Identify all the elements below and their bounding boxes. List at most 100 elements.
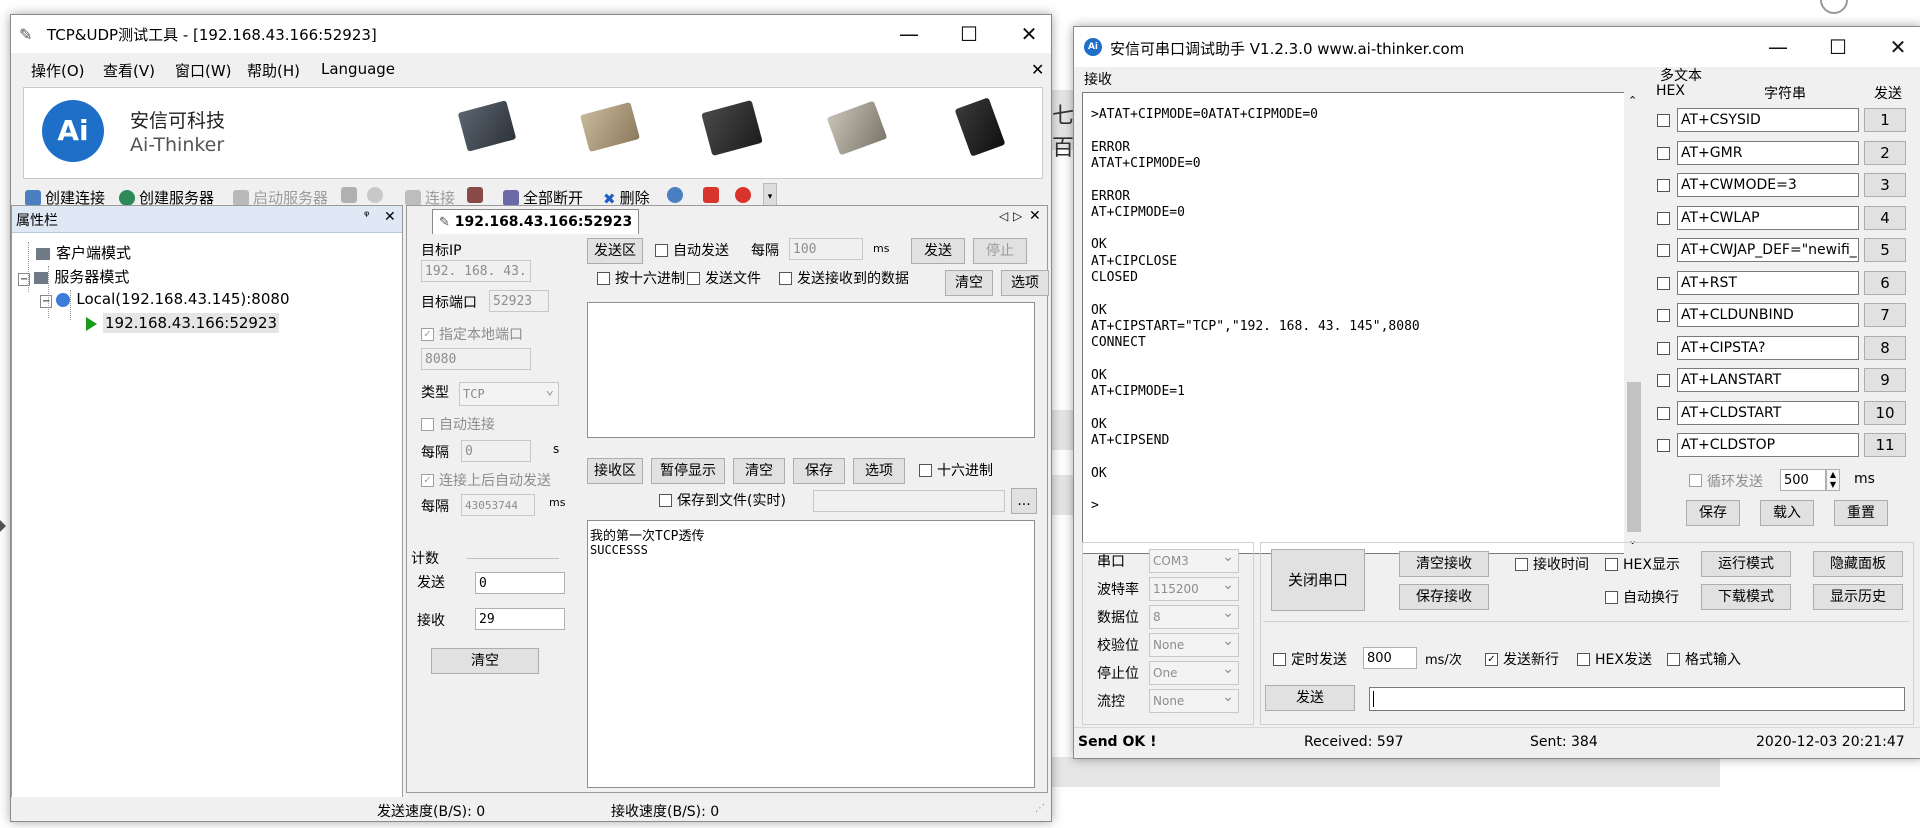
command-hex-checkbox[interactable] (1657, 146, 1670, 160)
disconnect-button[interactable] (467, 187, 487, 203)
save-receive-button[interactable]: 保存接收 (1399, 584, 1489, 610)
stop-bits-select[interactable]: One (1149, 658, 1239, 685)
send-button[interactable]: 发送 (1265, 685, 1355, 711)
command-hex-checkbox[interactable] (1657, 211, 1670, 225)
receive-scrollbar[interactable]: ⌃ ⌄ (1624, 92, 1644, 554)
tree-client-mode[interactable]: 客户端模式 (36, 242, 131, 263)
maximize-button[interactable]: ☐ (939, 15, 999, 53)
send-count-field[interactable]: 0 (475, 572, 565, 594)
browse-button[interactable]: ... (1011, 488, 1037, 514)
extra-button[interactable] (735, 187, 755, 203)
receive-textarea[interactable]: >ATAT+CIPMODE=0ATAT+CIPMODE=0 ERROR ATAT+C… (1082, 92, 1634, 554)
tab-close-icon[interactable]: ✕ (1029, 208, 1041, 224)
command-hex-checkbox[interactable] (1657, 309, 1670, 322)
resize-grip-icon[interactable]: ⋰ (1035, 803, 1045, 814)
close-port-button[interactable]: 关闭串口 (1271, 549, 1365, 611)
command-hex-checkbox[interactable] (1657, 341, 1670, 355)
hide-panel-button[interactable]: 隐藏面板 (1813, 551, 1903, 577)
send-file-checkbox[interactable] (687, 272, 700, 285)
save-to-file-checkbox[interactable] (659, 494, 672, 507)
recv-clear-button[interactable]: 清空 (733, 458, 785, 484)
settings-button[interactable] (667, 187, 687, 203)
command-field[interactable]: AT+CLDUNBIND (1677, 303, 1859, 327)
pin-icon[interactable]: ᵠ (364, 209, 369, 224)
send-hex-checkbox[interactable] (597, 272, 610, 285)
local-port-field[interactable]: 8080 (421, 348, 531, 370)
send-received-checkbox[interactable] (779, 272, 792, 285)
parity-select[interactable]: None (1149, 630, 1239, 657)
send-button[interactable]: 发送 (911, 238, 965, 264)
tab-next-icon[interactable]: ▷ (1013, 209, 1022, 223)
download-mode-button[interactable]: 下载模式 (1701, 584, 1791, 610)
command-field[interactable]: AT+GMR (1677, 140, 1859, 165)
send-every-field[interactable]: 100 (789, 238, 863, 260)
clear-count-button[interactable]: 清空 (431, 648, 539, 674)
local-port-checkbox[interactable]: ✓ (421, 328, 434, 341)
power-button[interactable] (703, 187, 723, 203)
command-send-button[interactable]: 2 (1864, 140, 1906, 165)
command-send-button[interactable]: 8 (1864, 335, 1906, 360)
send-input[interactable] (1369, 687, 1905, 711)
send-newline-checkbox[interactable]: ✓ (1485, 653, 1498, 666)
loop-send-checkbox[interactable] (1689, 474, 1702, 487)
recv-count-field[interactable]: 29 (475, 608, 565, 630)
menu-language[interactable]: Language (321, 60, 395, 78)
timed-interval-field[interactable]: 800 (1363, 647, 1417, 669)
show-history-button[interactable]: 显示历史 (1813, 584, 1903, 610)
save-file-path-field[interactable] (813, 490, 1005, 512)
command-hex-checkbox[interactable] (1657, 406, 1670, 420)
command-field[interactable]: AT+LANSTART (1677, 368, 1859, 392)
menu-window[interactable]: 窗口(W) (175, 60, 232, 81)
pause-display-button[interactable]: 暂停显示 (651, 458, 725, 484)
recv-time-checkbox[interactable] (1515, 558, 1528, 571)
auto-send-on-connect-checkbox[interactable]: ✓ (421, 474, 434, 487)
command-send-button[interactable]: 5 (1864, 238, 1906, 262)
flow-control-select[interactable]: None (1149, 686, 1239, 713)
auto-connect-checkbox[interactable] (421, 418, 434, 431)
command-hex-checkbox[interactable] (1657, 439, 1670, 452)
menu-help[interactable]: 帮助(H) (247, 60, 300, 81)
target-port-field[interactable]: 52923 (489, 290, 549, 312)
target-ip-field[interactable]: 192. 168. 43. 166 (421, 260, 531, 282)
interval2-field[interactable]: 43053744 (461, 494, 535, 516)
command-field[interactable]: AT+CLDSTOP (1677, 433, 1859, 457)
command-field[interactable]: AT+CLDSTART (1677, 400, 1859, 425)
command-field[interactable]: AT+CWMODE=3 (1677, 173, 1859, 197)
auto-newline-checkbox[interactable] (1605, 591, 1618, 604)
loop-spinner[interactable]: ▲ ▼ (1826, 469, 1840, 491)
tree-local-server[interactable]: − Local(192.168.43.145):8080 (40, 290, 289, 308)
command-send-button[interactable]: 4 (1864, 205, 1906, 230)
command-field[interactable]: AT+CWJAP_DEF="newifi_ (1677, 238, 1859, 262)
command-send-button[interactable]: 10 (1864, 400, 1906, 425)
type-select[interactable]: TCP (459, 379, 559, 406)
command-hex-checkbox[interactable] (1657, 179, 1670, 192)
timed-send-checkbox[interactable] (1273, 653, 1286, 666)
scrollbar-thumb[interactable] (1627, 382, 1641, 532)
recv-save-button[interactable]: 保存 (793, 458, 845, 484)
send-options-button[interactable]: 选项 (1001, 270, 1049, 296)
command-field[interactable]: AT+CWLAP (1677, 205, 1859, 230)
hex-send-checkbox[interactable] (1577, 653, 1590, 666)
command-send-button[interactable]: 3 (1864, 173, 1906, 197)
command-send-button[interactable]: 1 (1864, 108, 1906, 132)
menu-view[interactable]: 查看(V) (103, 60, 155, 81)
command-hex-checkbox[interactable] (1657, 374, 1670, 387)
pane-close-icon[interactable]: ✕ (384, 209, 396, 225)
baud-select[interactable]: 115200 (1149, 574, 1239, 601)
recv-textarea[interactable]: 我的第一次TCP透传 SUCCESSS (587, 520, 1035, 788)
loop-interval-field[interactable]: 500 (1780, 469, 1826, 491)
command-hex-checkbox[interactable] (1657, 244, 1670, 257)
command-send-button[interactable]: 9 (1864, 368, 1906, 392)
cancel-button[interactable] (367, 187, 387, 203)
command-hex-checkbox[interactable] (1657, 276, 1670, 290)
load-commands-button[interactable]: 载入 (1760, 500, 1814, 526)
tree-connection[interactable]: 192.168.43.166:52923 (86, 313, 280, 333)
data-bits-select[interactable]: 8 (1149, 602, 1239, 629)
command-field[interactable]: AT+CSYSID (1677, 108, 1859, 132)
mdi-close-icon[interactable]: ✕ (1031, 60, 1044, 79)
run-mode-button[interactable]: 运行模式 (1701, 551, 1791, 577)
tree-server-mode[interactable]: − 服务器模式 (18, 266, 129, 287)
port-select[interactable]: COM3 (1149, 546, 1239, 573)
tab-prev-icon[interactable]: ◁ (999, 209, 1008, 223)
stop-server-button[interactable] (341, 187, 361, 203)
